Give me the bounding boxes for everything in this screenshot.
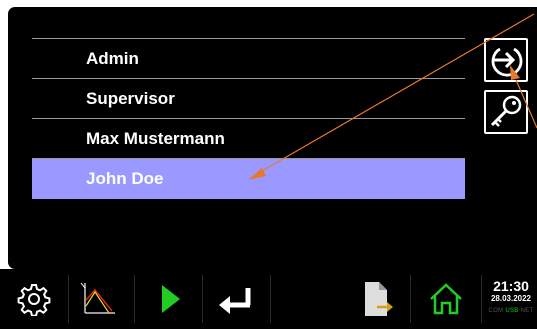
status-usb: USB	[505, 308, 519, 314]
chart-button[interactable]	[70, 269, 126, 329]
login-button[interactable]	[484, 38, 528, 82]
login-screen: Admin Supervisor Max Mustermann John Doe	[8, 7, 537, 269]
clock-display: 21:30 28.03.2022 COM USB NET	[485, 269, 537, 329]
status-com: COM	[488, 308, 504, 314]
play-icon	[162, 285, 180, 313]
user-list: Admin Supervisor Max Mustermann John Doe	[32, 38, 465, 199]
home-button[interactable]	[418, 269, 474, 329]
bottom-toolbar: 21:30 28.03.2022 COM USB NET	[0, 269, 537, 329]
date-label: 28.03.2022	[490, 294, 532, 303]
home-icon	[430, 283, 462, 315]
key-icon	[490, 95, 522, 127]
enter-icon	[219, 288, 251, 314]
password-key-button[interactable]	[484, 90, 528, 134]
status-net: NET	[520, 308, 534, 314]
time-label: 21:30	[493, 278, 529, 294]
enter-button[interactable]	[208, 269, 264, 329]
gear-icon	[17, 284, 51, 316]
export-file-button[interactable]	[350, 269, 402, 329]
chart-icon	[80, 282, 115, 314]
user-item-supervisor[interactable]: Supervisor	[32, 79, 465, 119]
settings-button[interactable]	[8, 269, 60, 329]
user-item-max-mustermann[interactable]: Max Mustermann	[32, 119, 465, 159]
user-item-admin[interactable]: Admin	[32, 39, 465, 79]
connection-status: COM USB NET	[485, 307, 537, 316]
login-icon	[491, 47, 523, 77]
start-button[interactable]	[146, 269, 196, 329]
user-item-john-doe[interactable]: John Doe	[32, 159, 465, 199]
export-file-icon	[365, 282, 393, 316]
